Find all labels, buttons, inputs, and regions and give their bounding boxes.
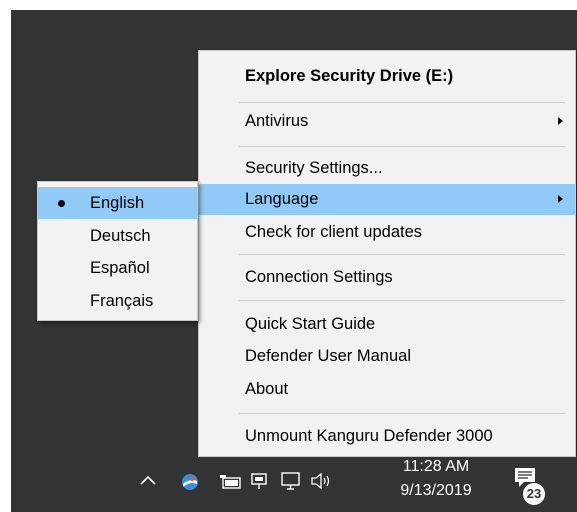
menu-item-security-settings[interactable]: Security Settings... bbox=[199, 153, 575, 184]
menu-item-label: Quick Start Guide bbox=[245, 315, 376, 333]
kanguru-app-icon[interactable] bbox=[180, 472, 200, 492]
battery-icon[interactable] bbox=[220, 474, 242, 490]
network-icon[interactable] bbox=[250, 471, 270, 491]
menu-item-quick-start-guide[interactable]: Quick Start Guide bbox=[199, 309, 575, 340]
menu-separator bbox=[239, 413, 565, 414]
menu-item-label: About bbox=[245, 380, 289, 398]
radio-selected-icon bbox=[58, 200, 65, 207]
menu-item-about[interactable]: About bbox=[199, 374, 575, 405]
language-submenu: English Deutsch Español Français bbox=[37, 181, 198, 321]
volume-icon[interactable] bbox=[310, 472, 332, 490]
language-option-espanol[interactable]: Español bbox=[38, 252, 197, 284]
menu-item-label: Language bbox=[245, 190, 319, 208]
menu-item-label: Defender User Manual bbox=[245, 347, 411, 365]
submenu-arrow-icon bbox=[558, 117, 563, 125]
menu-item-antivirus[interactable]: Antivirus bbox=[199, 106, 575, 137]
menu-separator bbox=[239, 254, 565, 255]
display-icon[interactable] bbox=[281, 471, 301, 491]
menu-item-label: Unmount Kanguru Defender 3000 bbox=[245, 427, 493, 445]
menu-item-label: Explore Security Drive (E:) bbox=[245, 67, 454, 85]
language-option-english[interactable]: English bbox=[38, 187, 197, 219]
tray-context-menu: Explore Security Drive (E:) Antivirus Se… bbox=[198, 50, 576, 457]
clock-time[interactable]: 11:28 AM bbox=[386, 458, 486, 476]
menu-separator bbox=[239, 300, 565, 301]
clock-date[interactable]: 9/13/2019 bbox=[386, 482, 486, 500]
notification-count-badge: 23 bbox=[523, 483, 545, 505]
menu-separator bbox=[239, 102, 565, 103]
menu-item-language[interactable]: Language bbox=[199, 184, 575, 215]
menu-item-label: Antivirus bbox=[245, 112, 309, 130]
language-option-francais[interactable]: Français bbox=[38, 285, 197, 317]
menu-item-label: Check for client updates bbox=[245, 223, 423, 241]
language-option-label: Deutsch bbox=[90, 227, 151, 245]
menu-item-unmount[interactable]: Unmount Kanguru Defender 3000 bbox=[199, 421, 575, 452]
menu-item-label: Connection Settings bbox=[245, 268, 393, 286]
language-option-label: Français bbox=[90, 292, 154, 310]
menu-item-explore-drive[interactable]: Explore Security Drive (E:) bbox=[199, 61, 575, 92]
menu-item-connection-settings[interactable]: Connection Settings bbox=[199, 262, 575, 293]
menu-item-user-manual[interactable]: Defender User Manual bbox=[199, 341, 575, 372]
menu-item-label: Security Settings... bbox=[245, 159, 383, 177]
chevron-up-icon[interactable] bbox=[140, 474, 156, 486]
menu-item-check-updates[interactable]: Check for client updates bbox=[199, 217, 575, 248]
language-option-deutsch[interactable]: Deutsch bbox=[38, 220, 197, 252]
menu-separator bbox=[239, 146, 565, 147]
language-option-label: Español bbox=[90, 259, 150, 277]
language-option-label: English bbox=[90, 194, 145, 212]
submenu-arrow-icon bbox=[558, 195, 563, 203]
